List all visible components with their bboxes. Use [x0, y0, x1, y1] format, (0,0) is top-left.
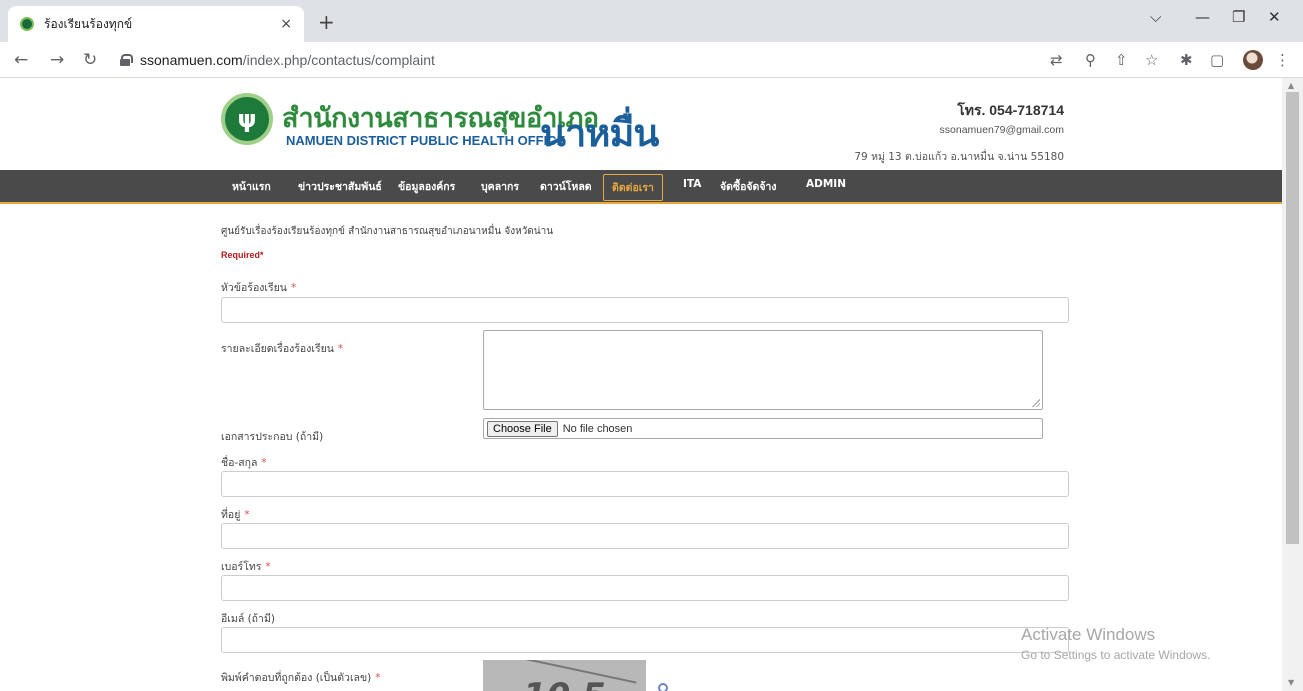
captcha-image: 10 5 — [483, 660, 646, 691]
logo-english-text[interactable]: NAMUEN DISTRICT PUBLIC HEALTH OFFICE — [286, 133, 565, 148]
nav-procurement[interactable]: จัดซื้อจัดจ้าง — [720, 178, 777, 195]
nav-contact[interactable]: ติดต่อเรา — [603, 174, 663, 201]
captcha-label: พิมพ์คำตอบที่ถูกต้อง (เป็นตัวเลข) * — [221, 672, 381, 684]
back-arrow-icon[interactable]: ← — [14, 50, 28, 70]
nav-ita[interactable]: ITA — [683, 178, 701, 190]
share-icon[interactable]: ⇧ — [1115, 51, 1128, 69]
logo-district-name[interactable]: นาหมื่น — [540, 102, 659, 163]
lock-icon[interactable] — [120, 54, 133, 66]
name-input[interactable] — [221, 471, 1069, 497]
required-note: Required* — [221, 250, 264, 260]
nav-staff[interactable]: บุคลากร — [481, 178, 519, 195]
site-favicon-icon — [20, 17, 34, 31]
side-panel-icon[interactable]: ▢ — [1210, 51, 1224, 69]
browser-toolbar: ← → ↻ ssonamuen.com/index.php/contactus/… — [0, 42, 1303, 78]
url-text[interactable]: ssonamuen.com/index.php/contactus/compla… — [140, 52, 435, 68]
nav-download[interactable]: ดาวน์โหลด — [540, 178, 592, 195]
scrollbar-thumb[interactable] — [1286, 92, 1299, 544]
address-input[interactable] — [221, 523, 1069, 549]
file-status-text: No file chosen — [562, 422, 633, 435]
subject-input[interactable] — [221, 297, 1069, 323]
browser-tab[interactable]: ร้องเรียนร้องทุกข์ × — [8, 6, 304, 42]
tab-title: ร้องเรียนร้องทุกข์ — [44, 16, 133, 31]
new-tab-button[interactable]: + — [318, 10, 335, 34]
restore-button[interactable]: ❐ — [1232, 8, 1245, 26]
profile-avatar[interactable] — [1243, 50, 1263, 70]
contact-address: 79 หมู่ 13 ต.บ่อแก้ว อ.นาหมื่น จ.น่าน 55… — [854, 151, 1064, 163]
detail-textarea[interactable] — [483, 330, 1043, 410]
name-label: ชื่อ-สกุล * — [221, 457, 267, 469]
phone-label: เบอร์โทร * — [221, 561, 271, 573]
minimize-button[interactable]: — — [1195, 8, 1210, 26]
contact-phone: โทร. 054-718714 — [957, 102, 1064, 118]
scroll-down-arrow-icon[interactable]: ▼ — [1288, 678, 1294, 687]
tab-search-chevron-icon[interactable]: ⌵ — [1150, 8, 1161, 26]
browser-tab-bar: ร้องเรียนร้องทุกข์ × + ⌵ — ❐ ✕ — [0, 0, 1303, 42]
scroll-up-arrow-icon[interactable]: ▲ — [1288, 81, 1294, 90]
subject-label: หัวข้อร้องเรียน * — [221, 282, 297, 294]
resize-grip-icon[interactable] — [1032, 399, 1040, 407]
email-input[interactable] — [221, 627, 1069, 653]
captcha-refresh-icon[interactable] — [658, 683, 668, 691]
nav-org[interactable]: ข้อมูลองค์กร — [398, 178, 455, 195]
browser-menu-icon[interactable]: ⋮ — [1275, 51, 1290, 69]
nav-news[interactable]: ข่าวประชาสัมพันธ์ — [298, 178, 382, 195]
choose-file-button[interactable]: Choose File — [487, 420, 558, 437]
site-header: ψ สำนักงานสาธารณสุขอำเภอ NAMUEN DISTRICT… — [0, 78, 1282, 170]
forward-arrow-icon[interactable]: → — [50, 50, 64, 70]
reload-icon[interactable]: ↻ — [83, 50, 97, 70]
address-label: ที่อยู่ * — [221, 509, 250, 521]
tab-close-icon[interactable]: × — [280, 16, 292, 32]
activate-windows-watermark: Activate Windows Go to Settings to activ… — [1021, 625, 1211, 662]
bookmark-star-icon[interactable]: ☆ — [1145, 51, 1158, 69]
attachment-label: เอกสารประกอบ (ถ้ามี) — [221, 431, 324, 443]
zoom-icon[interactable]: ⚲ — [1085, 51, 1096, 69]
extensions-icon[interactable]: ✱ — [1180, 51, 1193, 69]
page-scrollbar[interactable]: ▲ ▼ — [1282, 78, 1303, 691]
contact-email: ssonamuen79@gmail.com — [939, 124, 1064, 136]
attachment-file-input[interactable]: Choose File No file chosen — [483, 418, 1043, 439]
nav-home[interactable]: หน้าแรก — [232, 178, 271, 195]
form-intro: ศูนย์รับเรื่องร้องเรียนร้องทุกข์ สำนักงา… — [221, 226, 554, 237]
detail-label: รายละเอียดเรื่องร้องเรียน * — [221, 343, 344, 355]
phone-input[interactable] — [221, 575, 1069, 601]
email-label: อีเมล์ (ถ้ามี) — [221, 613, 275, 625]
moph-seal-logo[interactable]: ψ — [221, 93, 273, 145]
web-page: ψ สำนักงานสาธารณสุขอำเภอ NAMUEN DISTRICT… — [0, 78, 1282, 691]
main-navigation: หน้าแรก ข่าวประชาสัมพันธ์ ข้อมูลองค์กร บ… — [0, 170, 1282, 204]
translate-icon[interactable]: ⇄ — [1050, 51, 1063, 69]
nav-admin[interactable]: ADMIN — [806, 178, 846, 190]
close-window-button[interactable]: ✕ — [1268, 8, 1281, 26]
